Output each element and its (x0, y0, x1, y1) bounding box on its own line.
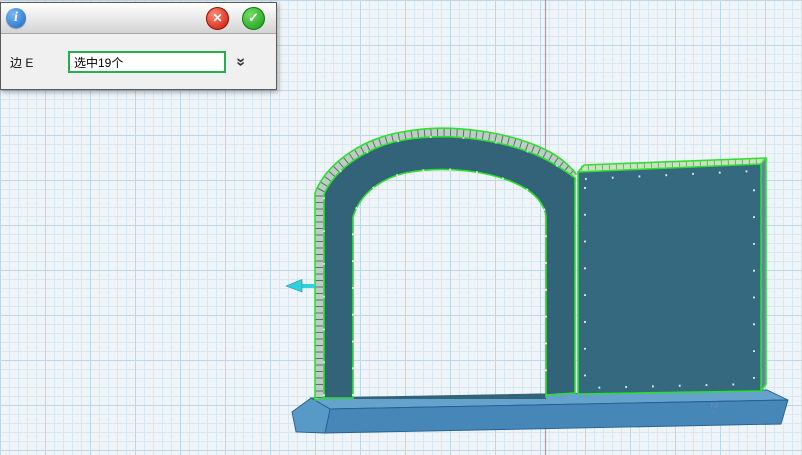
right-panel-face[interactable] (578, 164, 761, 394)
check-icon: ✓ (248, 10, 259, 26)
dialog-titlebar[interactable]: i ✕ ✓ (1, 3, 276, 34)
dialog-buttons: ✕ ✓ (206, 7, 271, 30)
chevron-double-down-icon[interactable]: » (236, 54, 245, 70)
info-icon-glyph: i (14, 10, 18, 26)
confirm-button[interactable]: ✓ (242, 7, 265, 30)
selection-dialog: i ✕ ✓ 边 E » (0, 2, 277, 90)
close-icon: ✕ (212, 11, 222, 25)
direction-arrow[interactable] (286, 280, 313, 293)
chevron-glyph: » (232, 58, 248, 67)
arch-wall-face[interactable] (324, 137, 575, 399)
axis-coordinate-label: -2- (708, 396, 719, 417)
dialog-body: 边 E » (1, 34, 276, 90)
info-icon: i (6, 8, 26, 28)
cancel-button[interactable]: ✕ (206, 7, 229, 30)
edge-field-label: 边 E (10, 54, 68, 71)
selection-count-input[interactable] (68, 51, 226, 73)
model-3d[interactable] (286, 128, 788, 433)
